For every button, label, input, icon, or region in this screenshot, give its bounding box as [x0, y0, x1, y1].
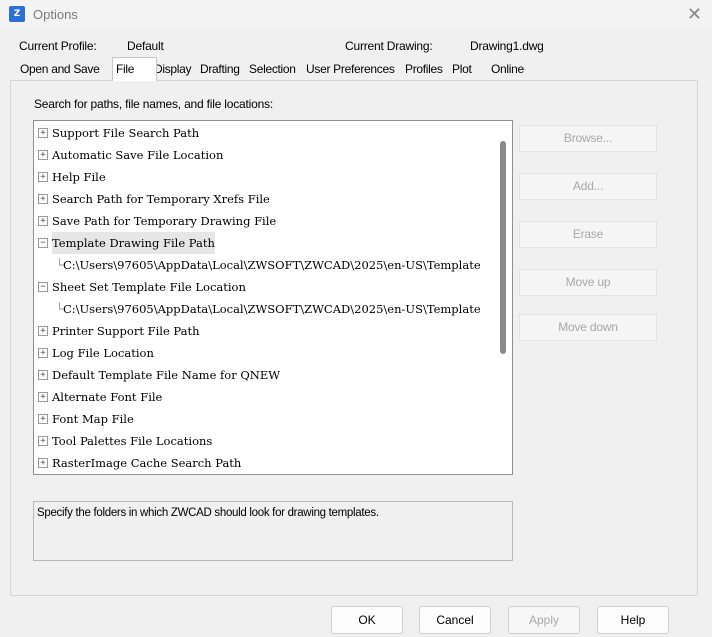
tab-profiles[interactable]: Profiles: [405, 59, 443, 79]
window-title: Options: [33, 7, 78, 22]
erase-button[interactable]: Erase: [519, 221, 657, 248]
tree-child-sheet-set-path[interactable]: └C:\Users\97605\AppData\Local\ZWSOFT\ZWC…: [34, 298, 496, 320]
zwcad-app-icon: Z: [9, 6, 25, 22]
tab-plot[interactable]: Plot: [452, 59, 472, 79]
browse-button[interactable]: Browse...: [519, 125, 657, 152]
tab-drafting[interactable]: Drafting: [200, 59, 240, 79]
help-button[interactable]: Help: [597, 606, 669, 634]
current-profile-label: Current Profile:: [19, 39, 97, 53]
tree-item-automatic-save-file-location[interactable]: + Automatic Save File Location: [34, 144, 496, 166]
collapse-minus-icon[interactable]: −: [38, 238, 48, 248]
tree-item-font-map-file[interactable]: + Font Map File: [34, 408, 496, 430]
tree-item-template-drawing-file-path[interactable]: − Template Drawing File Path: [34, 232, 496, 254]
description-box: Specify the folders in which ZWCAD shoul…: [33, 501, 513, 561]
tree-item-sheet-set-template-location[interactable]: − Sheet Set Template File Location: [34, 276, 496, 298]
collapse-minus-icon[interactable]: −: [38, 282, 48, 292]
description-text: Specify the folders in which ZWCAD shoul…: [37, 507, 379, 519]
tree-item-printer-support-file-path[interactable]: + Printer Support File Path: [34, 320, 496, 342]
file-paths-tree[interactable]: + Support File Search Path + Automatic S…: [33, 120, 513, 475]
move-down-button[interactable]: Move down: [519, 314, 657, 341]
tree-item-support-file-search-path[interactable]: + Support File Search Path: [34, 122, 496, 144]
tree-item-log-file-location[interactable]: + Log File Location: [34, 342, 496, 364]
expand-plus-icon[interactable]: +: [38, 436, 48, 446]
current-drawing-value: Drawing1.dwg: [470, 39, 544, 53]
tree-connector: └: [56, 302, 63, 316]
tab-selection[interactable]: Selection: [249, 59, 296, 79]
search-paths-label: Search for paths, file names, and file l…: [34, 97, 274, 111]
tab-open-and-save[interactable]: Open and Save: [20, 59, 100, 79]
tab-file[interactable]: File: [112, 57, 157, 81]
tree-scrollbar[interactable]: [496, 121, 512, 474]
expand-plus-icon[interactable]: +: [38, 370, 48, 380]
scroll-thumb[interactable]: [500, 141, 506, 354]
expand-plus-icon[interactable]: +: [38, 172, 48, 182]
move-up-button[interactable]: Move up: [519, 269, 657, 296]
expand-plus-icon[interactable]: +: [38, 414, 48, 424]
apply-button[interactable]: Apply: [508, 606, 580, 634]
tab-display[interactable]: Display: [154, 59, 192, 79]
close-icon[interactable]: ✕: [687, 4, 702, 25]
add-button[interactable]: Add...: [519, 173, 657, 200]
tab-online[interactable]: Online: [491, 59, 524, 79]
tree-child-template-path[interactable]: └C:\Users\97605\AppData\Local\ZWSOFT\ZWC…: [34, 254, 496, 276]
expand-plus-icon[interactable]: +: [38, 216, 48, 226]
tab-user-preferences[interactable]: User Preferences: [306, 59, 395, 79]
ok-button[interactable]: OK: [331, 606, 403, 634]
tree-item-alternate-font-file[interactable]: + Alternate Font File: [34, 386, 496, 408]
expand-plus-icon[interactable]: +: [38, 128, 48, 138]
title-bar: Z Options ✕: [0, 0, 712, 30]
expand-plus-icon[interactable]: +: [38, 348, 48, 358]
expand-plus-icon[interactable]: +: [38, 458, 48, 468]
tree-connector: └: [56, 258, 63, 272]
tree-item-rasterimage-cache-path[interactable]: + RasterImage Cache Search Path: [34, 452, 496, 474]
current-drawing-label: Current Drawing:: [345, 39, 433, 53]
current-profile-value: Default: [127, 39, 164, 53]
tree-item-default-template-qnew[interactable]: + Default Template File Name for QNEW: [34, 364, 496, 386]
tree-item-temp-drawing-path[interactable]: + Save Path for Temporary Drawing File: [34, 210, 496, 232]
tab-strip: Open and Save File Display Drafting Sele…: [16, 57, 696, 81]
expand-plus-icon[interactable]: +: [38, 150, 48, 160]
expand-plus-icon[interactable]: +: [38, 326, 48, 336]
tree-item-help-file[interactable]: + Help File: [34, 166, 496, 188]
cancel-button[interactable]: Cancel: [419, 606, 491, 634]
tree-item-temp-xrefs-path[interactable]: + Search Path for Temporary Xrefs File: [34, 188, 496, 210]
expand-plus-icon[interactable]: +: [38, 194, 48, 204]
tree-item-tool-palettes-locations[interactable]: + Tool Palettes File Locations: [34, 430, 496, 452]
expand-plus-icon[interactable]: +: [38, 392, 48, 402]
